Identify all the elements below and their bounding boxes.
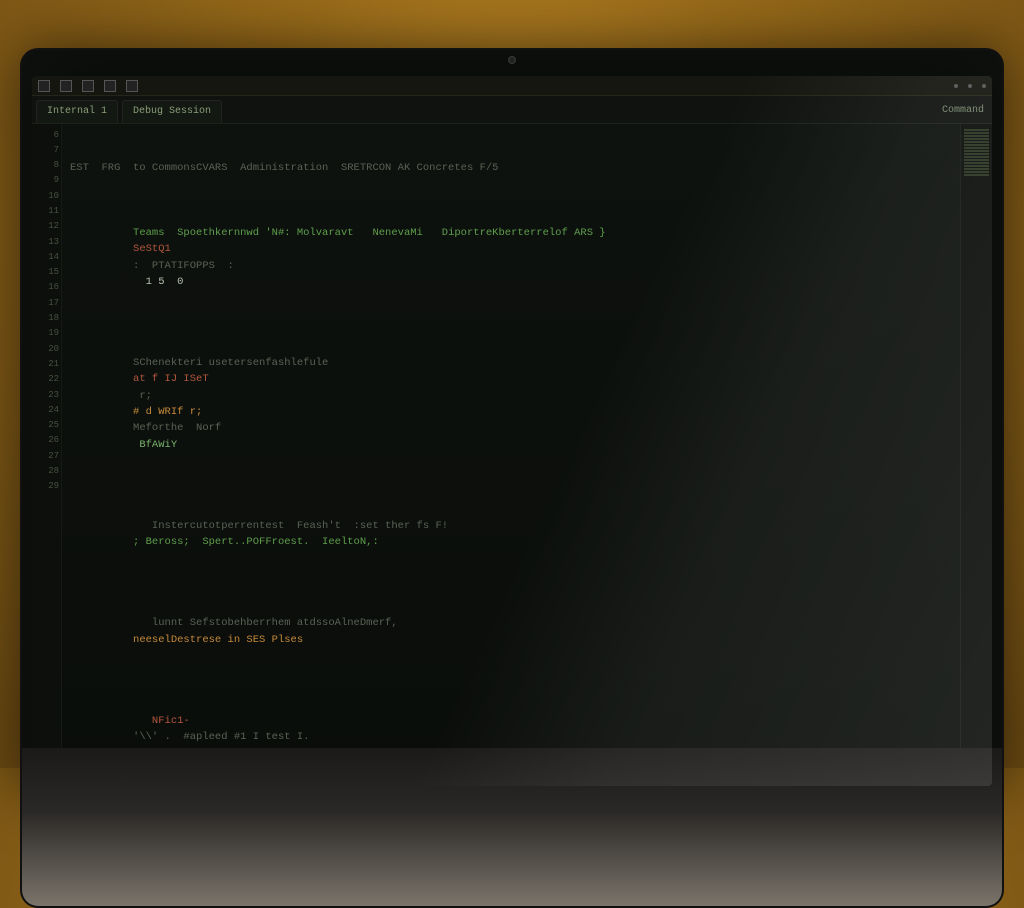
code-token: BfAWiY — [133, 439, 177, 451]
screen: Internal 1 Debug Session Command 6789101… — [32, 76, 992, 786]
code-token: 1 5 0 — [133, 276, 183, 288]
status-dot-3 — [982, 84, 986, 88]
status-dot-2 — [968, 84, 972, 88]
menu-icon-2[interactable] — [60, 80, 72, 92]
code-token: Teams Spoethkernnwd 'N#: Molvaravt Nenev… — [133, 227, 606, 239]
status-dot-1 — [954, 84, 958, 88]
tab-right-label: Command — [942, 103, 984, 119]
monitor-chin — [20, 748, 1004, 908]
code-token: neeselDestrese in SES Plses — [133, 634, 303, 646]
monitor-frame: Internal 1 Debug Session Command 6789101… — [20, 48, 1004, 788]
code-token: '\\' . #apleed #1 I test I. — [133, 731, 309, 743]
code-token: : PTATIFOPPS : — [133, 260, 234, 272]
code-token: SeStQ1 — [133, 243, 171, 255]
menu-icon-5[interactable] — [126, 80, 138, 92]
code-token: Meforthe Norf — [133, 422, 221, 434]
tab-debug[interactable]: Debug Session — [122, 100, 222, 123]
code-token: NFic1- — [133, 715, 190, 727]
header-kicker: EST FRG to CommonsCVARS Administration S… — [70, 160, 950, 176]
minimap[interactable] — [960, 124, 992, 787]
menu-icon-4[interactable] — [104, 80, 116, 92]
menu-bar — [32, 76, 992, 96]
code-token: ; Beross; Spert..POFFroest. IeeltoN,: — [133, 536, 379, 548]
webcam-dot — [508, 56, 516, 64]
editor-area: 6789101112 13141516171819 20212223242526… — [32, 124, 992, 787]
code-pane[interactable]: EST FRG to CommonsCVARS Administration S… — [62, 124, 960, 787]
code-token: # d WRIf r; — [133, 406, 209, 418]
menu-icon-1[interactable] — [38, 80, 50, 92]
code-token: Instercutotperrentest Feash't :set ther … — [133, 520, 461, 532]
line-gutter: 6789101112 13141516171819 20212223242526… — [32, 124, 62, 787]
tab-internal[interactable]: Internal 1 — [36, 100, 118, 123]
code-token: SChenekteri usetersenfashlefule — [133, 357, 335, 369]
code-token: lunnt Sefstobehberrhem atdssoAlneDmerf, — [133, 617, 398, 629]
code-token: r; — [133, 390, 165, 402]
tab-bar: Internal 1 Debug Session Command — [32, 96, 992, 124]
menu-icon-3[interactable] — [82, 80, 94, 92]
code-token: at f IJ ISeT — [133, 373, 209, 385]
